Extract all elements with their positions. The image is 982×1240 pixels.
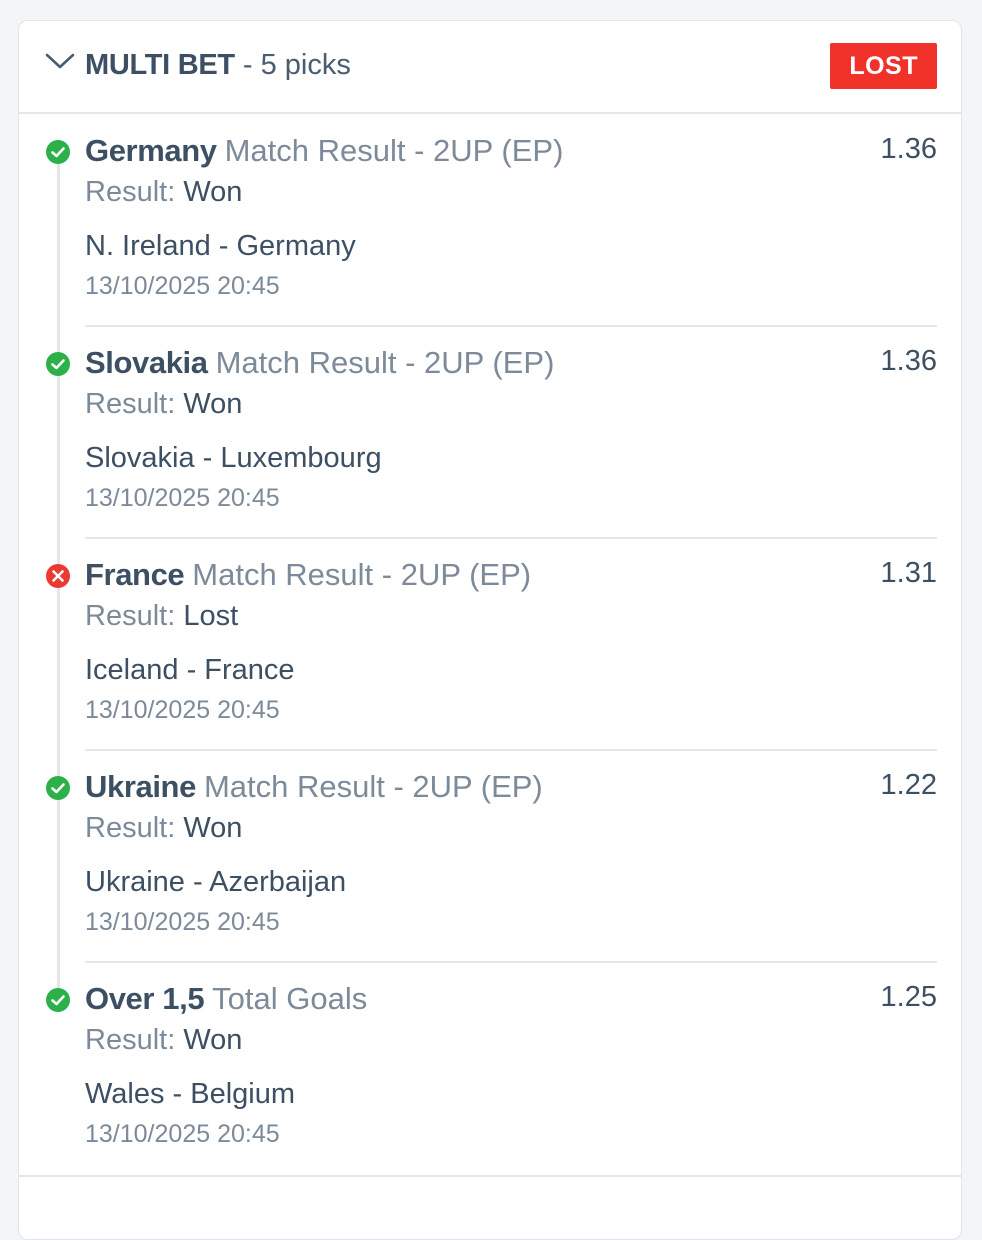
footer-divider (19, 1175, 961, 1177)
leg-title: Slovakia Match Result - 2UP (EP) (85, 343, 554, 383)
bet-title: MULTI BET - 5 picks (85, 47, 351, 83)
selection-name: Germany (85, 133, 217, 168)
bet-leg: Ukraine Match Result - 2UP (EP) 1.22 Resu… (19, 751, 961, 963)
result-label: Result: (85, 1024, 176, 1056)
selection-name: Over 1,5 (85, 981, 205, 1016)
leg-odds: 1.22 (880, 769, 937, 801)
result-value: Won (183, 388, 243, 420)
leg-result: Result: Won (85, 385, 242, 423)
bet-leg: Slovakia Match Result - 2UP (EP) 1.36 Res… (19, 327, 961, 539)
leg-odds: 1.25 (880, 981, 937, 1013)
event-name[interactable]: N. Ireland - Germany (85, 227, 356, 265)
leg-odds: 1.36 (880, 345, 937, 377)
event-name[interactable]: Wales - Belgium (85, 1075, 295, 1113)
event-datetime: 13/10/2025 20:45 (85, 272, 280, 300)
selection-name: Slovakia (85, 345, 208, 380)
event-name[interactable]: Slovakia - Luxembourg (85, 439, 382, 477)
event-name[interactable]: Iceland - France (85, 651, 295, 689)
leg-title: Ukraine Match Result - 2UP (EP) (85, 767, 543, 807)
event-datetime: 13/10/2025 20:45 (85, 696, 280, 724)
selection-name: Ukraine (85, 769, 196, 804)
event-name[interactable]: Ukraine - Azerbaijan (85, 863, 346, 901)
check-circle-icon (46, 988, 70, 1012)
chevron-down-icon[interactable] (45, 51, 75, 71)
leg-result: Result: Won (85, 173, 242, 211)
bet-leg: France Match Result - 2UP (EP) 1.31 Resul… (19, 539, 961, 751)
bet-type-label: MULTI BET (85, 49, 235, 81)
result-value: Won (183, 1024, 243, 1056)
check-circle-icon (46, 140, 70, 164)
market-name: Match Result - 2UP (EP) (224, 133, 564, 168)
selection-name: France (85, 557, 185, 592)
multi-bet-card: MULTI BET - 5 picks LOST Germany Match Re… (18, 20, 962, 1240)
bet-leg: Over 1,5 Total Goals 1.25 Result: Won Wal… (19, 963, 961, 1175)
leg-title: France Match Result - 2UP (EP) (85, 555, 531, 595)
x-circle-icon (46, 564, 70, 588)
event-datetime: 13/10/2025 20:45 (85, 484, 280, 512)
bet-header[interactable]: MULTI BET - 5 picks LOST (19, 21, 961, 114)
market-name: Match Result - 2UP (EP) (192, 557, 532, 592)
bet-leg: Germany Match Result - 2UP (EP) 1.36 Resu… (19, 115, 961, 327)
result-value: Won (183, 176, 243, 208)
result-label: Result: (85, 812, 176, 844)
result-label: Result: (85, 388, 176, 420)
result-label: Result: (85, 600, 176, 632)
market-name: Match Result - 2UP (EP) (203, 769, 543, 804)
result-label: Result: (85, 176, 176, 208)
leg-title: Germany Match Result - 2UP (EP) (85, 131, 563, 171)
leg-result: Result: Won (85, 1021, 242, 1059)
market-name: Total Goals (212, 981, 368, 1016)
leg-odds: 1.36 (880, 133, 937, 165)
leg-odds: 1.31 (880, 557, 937, 589)
result-value: Won (183, 812, 243, 844)
check-circle-icon (46, 352, 70, 376)
market-name: Match Result - 2UP (EP) (215, 345, 555, 380)
leg-result: Result: Lost (85, 597, 238, 635)
picks-count: - 5 picks (234, 49, 351, 81)
event-datetime: 13/10/2025 20:45 (85, 908, 280, 936)
event-datetime: 13/10/2025 20:45 (85, 1120, 280, 1148)
leg-title: Over 1,5 Total Goals (85, 979, 367, 1019)
status-badge: LOST (830, 43, 937, 89)
result-value: Lost (183, 600, 239, 632)
check-circle-icon (46, 776, 70, 800)
leg-result: Result: Won (85, 809, 242, 847)
